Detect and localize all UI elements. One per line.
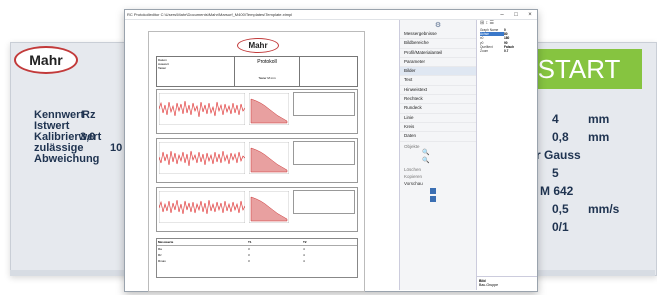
copy-button[interactable]: Kopieren [400, 174, 476, 179]
panel-item-profil[interactable]: Profil/Materialanteil [400, 49, 476, 58]
unit-2: mm [588, 130, 610, 144]
panel-item-bilder[interactable]: Bilder [400, 67, 476, 77]
profile-block[interactable] [156, 89, 358, 134]
unit-4 [582, 164, 619, 182]
zoom-in-icon[interactable]: 🔍 [400, 149, 476, 157]
panel-item-rechteck[interactable]: Rechteck [400, 95, 476, 105]
preview-buttons [400, 187, 476, 202]
parameter-mini-table [293, 190, 355, 214]
summary-header: Messwerte T1 T2 [157, 239, 357, 246]
table-cell: 4 [303, 259, 305, 263]
table-row: Rmax 3 4 [157, 258, 357, 264]
document-logo[interactable]: Mahr [237, 38, 279, 53]
unit-6: mm/s [588, 202, 620, 216]
summary-col-header: T2 [303, 240, 307, 244]
value-right-2: 0,8 [552, 130, 569, 144]
material-ratio-plot [249, 142, 289, 174]
report-editor-window: RC Protokolleditor C:\Users\Mahr\Documen… [124, 9, 538, 292]
summary-table[interactable]: Messwerte T1 T2 Ra 3 4 Rz 3 4 Rmax 3 4 [156, 238, 358, 278]
properties-panel: ⊞ ↕ ☰ Graph Name 0 Achse 80 x0 180 y0 90 Que… [476, 20, 537, 290]
header-subtitle: Taster M mm [258, 76, 276, 80]
profile-plot [159, 191, 245, 223]
report-page[interactable]: Mahr Datum Auswert Taster Protokoll Tast… [148, 31, 365, 292]
panel-item-linie[interactable]: Linie [400, 114, 476, 123]
header-left-cell: Datum Auswert Taster [157, 57, 235, 86]
table-cell: 4 [303, 253, 305, 257]
preview-down-icon[interactable] [430, 195, 436, 202]
value-abweichung: 10 [110, 142, 123, 154]
property-key: Zoom [480, 49, 489, 54]
panel-item-rundeck[interactable]: Rundeck [400, 104, 476, 114]
footer-text: Bau-Gruppe [479, 283, 499, 287]
header-title: Protokoll [257, 59, 277, 65]
preview-up-icon[interactable] [430, 187, 436, 194]
parameter-mini-table [293, 141, 355, 165]
value-right-3: r Gauss [536, 148, 581, 162]
summary-col-header: T1 [248, 240, 252, 244]
delete-button[interactable]: Löschen [400, 167, 476, 172]
profile-plot [159, 93, 245, 125]
window-title: RC Protokolleditor C:\Users\Mahr\Documen… [127, 12, 293, 17]
minimize-button[interactable]: – [495, 11, 509, 19]
profile-plot [159, 142, 245, 174]
mahr-logo: Mahr [14, 46, 78, 74]
value-right-1: 4 [552, 112, 559, 126]
table-cell: 3 [248, 259, 250, 263]
table-cell: 3 [248, 253, 250, 257]
panel-item-messergebnisse[interactable]: Messergebnisse [400, 30, 476, 40]
value-right-5: M 642 [540, 184, 574, 198]
element-panel: ⚙ Messergebnisse Bildbereiche Profil/Mat… [399, 20, 476, 290]
unit-1: mm [588, 112, 610, 126]
material-ratio-plot [249, 93, 289, 125]
summary-col-header: Messwerte [158, 240, 174, 244]
profile-block[interactable] [156, 138, 358, 183]
table-cell: 3 [248, 247, 250, 251]
unit-column: mm mm mm/s [582, 110, 619, 218]
preview-label: Vorschau [404, 180, 423, 186]
value-rz: Rz [82, 109, 96, 121]
parameter-mini-table [293, 92, 355, 116]
title-bar[interactable]: RC Protokolleditor C:\Users\Mahr\Documen… [125, 10, 537, 20]
panel-item-parameter[interactable]: Parameter [400, 58, 476, 68]
value-right-6: 0,5 [552, 202, 569, 216]
panel-item-hinweistext[interactable]: Hinweistext [400, 86, 476, 96]
table-cell: 4 [303, 247, 305, 251]
unit-5 [582, 182, 619, 200]
value-kalib: 3,0 [80, 131, 96, 143]
header-field: Taster [158, 66, 167, 70]
header-right-cell [299, 57, 357, 86]
right-values: 4 0,8 r Gauss 5 M 642 0,5 0/1 [536, 110, 581, 236]
material-ratio-plot [249, 191, 289, 223]
panel-item-bildbereiche[interactable]: Bildbereiche [400, 39, 476, 49]
mid-values: Rz 3,0 [80, 110, 95, 143]
property-row[interactable]: Zoom 0.7 [477, 49, 537, 53]
table-cell: Ra [158, 247, 162, 251]
maximize-button[interactable]: □ [509, 11, 523, 19]
value-right-4: 5 [552, 166, 559, 180]
panel-item-text[interactable]: Text [400, 76, 476, 86]
properties-footer: Bild Bau-Gruppe [477, 276, 537, 290]
value-right-7: 0/1 [552, 220, 569, 234]
profile-block[interactable] [156, 187, 358, 232]
unit-3 [582, 146, 619, 164]
property-value: 0.7 [504, 49, 509, 54]
panel-item-daten[interactable]: Daten [400, 132, 476, 142]
table-cell: Rmax [158, 259, 166, 263]
document-canvas[interactable]: Mahr Datum Auswert Taster Protokoll Tast… [126, 20, 398, 292]
panel-item-kreis[interactable]: Kreis [400, 123, 476, 133]
close-button[interactable]: × [523, 11, 537, 19]
label-abweichung: Abweichung [34, 153, 100, 165]
settings-icon[interactable]: ⚙ [400, 20, 476, 30]
report-header-box[interactable]: Datum Auswert Taster Protokoll Taster M … [156, 56, 358, 87]
properties-toolbar[interactable]: ⊞ ↕ ☰ [477, 20, 537, 28]
header-title-cell: Protokoll Taster M mm [235, 57, 300, 86]
zoom-out-icon[interactable]: 🔍 [400, 157, 476, 165]
table-cell: Rz [158, 253, 162, 257]
